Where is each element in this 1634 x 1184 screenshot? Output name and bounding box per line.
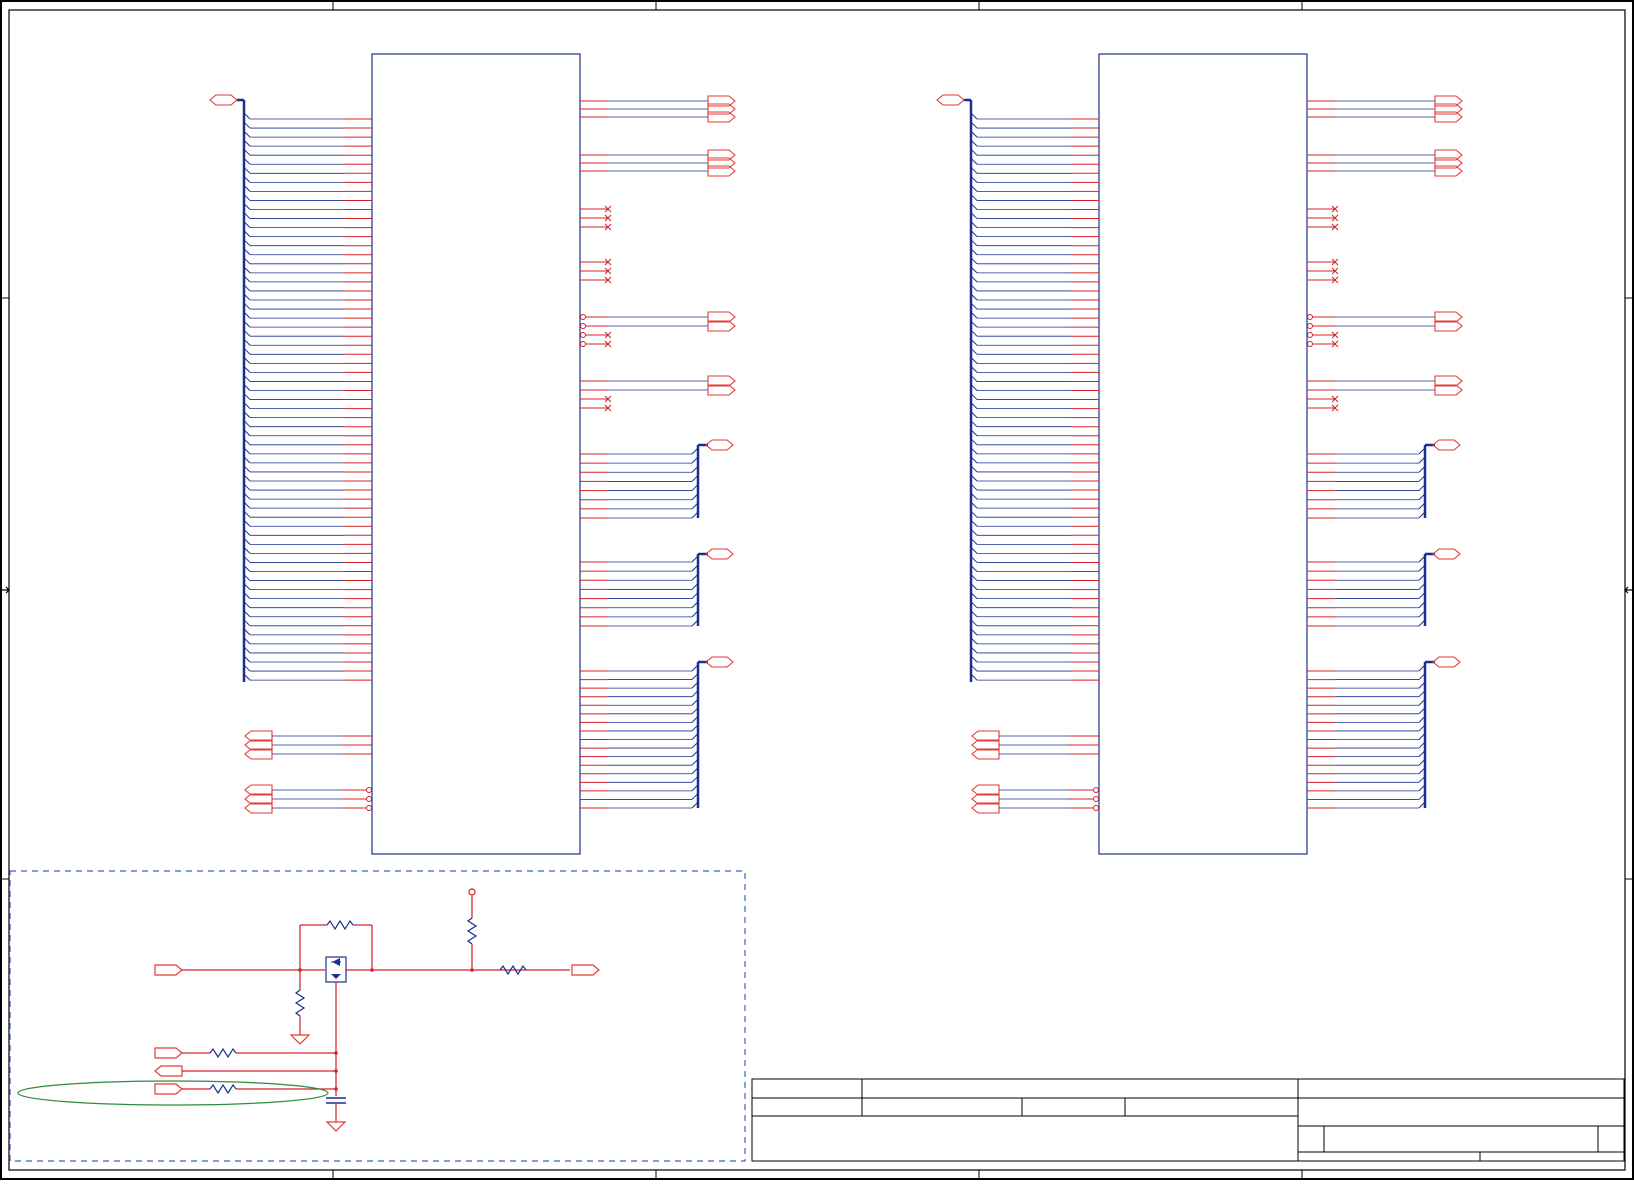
inversion-bubble [366, 787, 372, 793]
data-bus-group [580, 439, 734, 519]
data-bus-group [580, 548, 734, 627]
mosfet-switch[interactable] [325, 956, 347, 983]
bus-port-icon[interactable] [1432, 656, 1461, 668]
resistor-icon[interactable] [326, 919, 354, 931]
inversion-bubble [366, 805, 372, 811]
data-bus-group [1307, 656, 1461, 809]
power-control-circuit [9, 870, 746, 1162]
power-pin-icon [468, 888, 476, 896]
connector-port-icon[interactable] [154, 1083, 183, 1095]
ground-icon [325, 1121, 347, 1132]
bus-port-icon[interactable] [705, 439, 734, 451]
resistor-icon[interactable] [466, 917, 478, 945]
inversion-bubble [1093, 805, 1099, 811]
inversion-bubble [580, 323, 586, 329]
circuit-region-outline [9, 870, 746, 1162]
inversion-bubble [1307, 323, 1313, 329]
left-pin-wires [970, 112, 1099, 681]
data-bus-group [1307, 439, 1461, 519]
schematic-sheet [0, 0, 1634, 1180]
inversion-bubble [580, 314, 586, 320]
title-block [751, 1078, 1625, 1162]
memory-blocks [209, 53, 1463, 855]
connector-port-icon[interactable] [154, 964, 183, 976]
bus-port-icon[interactable] [209, 94, 238, 106]
memory-block-2 [936, 53, 1463, 855]
resistor-icon[interactable] [209, 1047, 237, 1059]
memory-block-1 [209, 53, 736, 855]
connector-port-icon[interactable] [154, 1047, 183, 1059]
left-pin-wires [243, 112, 372, 681]
bus-port-icon[interactable] [705, 548, 734, 560]
inversion-bubble [366, 796, 372, 802]
inversion-bubble [1093, 796, 1099, 802]
bus-port-icon[interactable] [936, 94, 965, 106]
center-arrow-icon [2, 586, 1632, 594]
ic-component-body[interactable] [1098, 53, 1308, 855]
ground-icon [289, 1034, 311, 1045]
inversion-bubble [580, 332, 586, 338]
connector-port-icon[interactable] [571, 964, 600, 976]
resistor-icon[interactable] [209, 1083, 237, 1095]
inversion-bubble [1093, 787, 1099, 793]
bus-port-icon[interactable] [705, 656, 734, 668]
resistor-icon[interactable] [294, 989, 306, 1017]
data-bus-group [1307, 548, 1461, 627]
connector-port-icon[interactable] [154, 1065, 183, 1077]
bus-port-icon[interactable] [1432, 439, 1461, 451]
inversion-bubble [1307, 332, 1313, 338]
bus-port-icon[interactable] [1432, 548, 1461, 560]
inversion-bubble [580, 341, 586, 347]
schematic-canvas [0, 0, 1634, 1180]
ic-component-body[interactable] [371, 53, 581, 855]
data-bus-group [580, 656, 734, 809]
inversion-bubble [1307, 314, 1313, 320]
inversion-bubble [1307, 341, 1313, 347]
